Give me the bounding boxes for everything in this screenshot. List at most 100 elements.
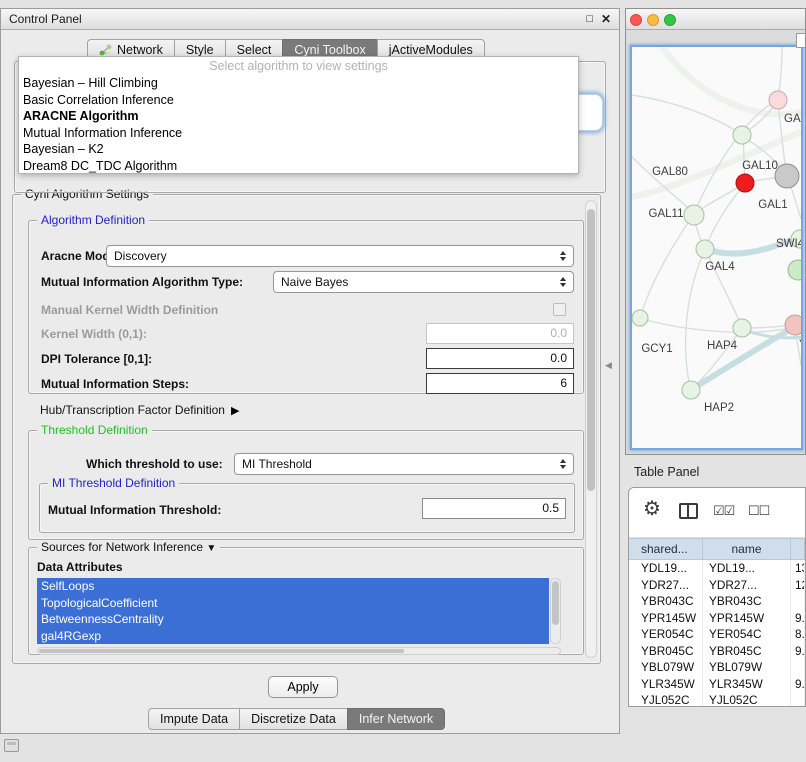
- dropdown-item-mutual-information[interactable]: Mutual Information Inference: [19, 125, 578, 142]
- column-selector-icon[interactable]: [679, 503, 698, 519]
- cell-shared-name: YBR045C: [629, 643, 703, 660]
- node-label-gal4: GAL4: [705, 261, 735, 273]
- network-node[interactable]: [769, 91, 787, 109]
- cell-value: 9.: [791, 643, 805, 660]
- network-node[interactable]: [788, 260, 801, 280]
- network-node-gal4[interactable]: [696, 240, 714, 258]
- mi-threshold-field[interactable]: 0.5: [422, 498, 566, 519]
- network-node-gal10[interactable]: [736, 174, 754, 192]
- dpi-tolerance-field[interactable]: 0.0: [426, 348, 574, 369]
- settings-scrollbar[interactable]: [585, 200, 597, 658]
- chevron-down-icon[interactable]: ▼: [206, 543, 216, 554]
- dropdown-item-basic-correlation[interactable]: Basic Correlation Inference: [19, 92, 578, 109]
- cell-name: YDR27...: [703, 577, 791, 594]
- algorithm-definition-group: Algorithm Definition Aracne Mode: Discov…: [28, 220, 584, 394]
- dropdown-item-bayesian-hill-climbing[interactable]: Bayesian – Hill Climbing: [19, 75, 578, 92]
- node-label-gal11: GAL11: [649, 208, 684, 220]
- table-row[interactable]: YBR045C YBR045C 9.: [629, 643, 805, 660]
- table-body: YDL19... YDL19... 13 YDR27... YDR27... 1…: [629, 560, 805, 707]
- table-row[interactable]: YER054C YER054C 8.: [629, 626, 805, 643]
- attribute-item[interactable]: TopologicalCoefficient: [37, 595, 549, 612]
- network-node[interactable]: [733, 319, 751, 337]
- network-graph: GAL80 GAL10 GAL11 GAL1 SWI4 GAL4 GCY1 HA…: [632, 47, 801, 448]
- column-header-shared-name[interactable]: shared...: [629, 539, 703, 559]
- network-node-gal11[interactable]: [684, 205, 704, 225]
- column-header-name[interactable]: name: [703, 539, 791, 559]
- network-edge: [641, 217, 692, 315]
- cell-name: YLR345W: [703, 676, 791, 693]
- cell-value: [791, 659, 805, 676]
- tab-label: Style: [186, 43, 214, 57]
- manual-kernel-label: Manual Kernel Width Definition: [41, 299, 218, 321]
- cell-name: YDL19...: [703, 560, 791, 577]
- table-row[interactable]: YJL052C YJL052C: [629, 692, 805, 707]
- cell-shared-name: YLR345W: [629, 676, 703, 693]
- network-node[interactable]: [785, 315, 801, 335]
- table-row[interactable]: YDR27... YDR27... 12: [629, 577, 805, 594]
- which-threshold-select[interactable]: MI Threshold: [234, 453, 574, 475]
- attributes-horizontal-scrollbar[interactable]: [37, 647, 561, 655]
- dropdown-item-dream8[interactable]: Dream8 DC_TDC Algorithm: [19, 158, 578, 175]
- table-row[interactable]: YDL19... YDL19... 13: [629, 560, 805, 577]
- bottom-tab-bar: Impute Data Discretize Data Infer Networ…: [148, 708, 445, 730]
- node-label-hap2: HAP2: [704, 402, 734, 414]
- network-node[interactable]: [775, 164, 799, 188]
- cell-name: YBR045C: [703, 643, 791, 660]
- network-canvas[interactable]: GAL80 GAL10 GAL11 GAL1 SWI4 GAL4 GCY1 HA…: [630, 45, 803, 450]
- cell-shared-name: YBR043C: [629, 593, 703, 610]
- node-label-gal1: GAL1: [758, 199, 787, 211]
- select-all-icon[interactable]: ☑☑: [713, 503, 734, 519]
- tab-impute-data[interactable]: Impute Data: [148, 708, 240, 730]
- cell-name: YBR043C: [703, 593, 791, 610]
- table-panel-title: Table Panel: [634, 465, 699, 479]
- tab-discretize-data[interactable]: Discretize Data: [239, 708, 348, 730]
- cell-shared-name: YDR27...: [629, 577, 703, 594]
- mi-threshold-label: Mutual Information Threshold:: [48, 499, 221, 521]
- dpi-tolerance-label: DPI Tolerance [0,1]:: [41, 348, 152, 370]
- network-node-gcy1[interactable]: [632, 310, 648, 326]
- table-row[interactable]: YPR145W YPR145W 9.: [629, 610, 805, 627]
- network-window-titlebar[interactable]: [626, 9, 805, 30]
- network-node-hap2[interactable]: [682, 381, 700, 399]
- float-window-button[interactable]: □: [586, 9, 593, 30]
- close-window-button[interactable]: ✕: [601, 9, 611, 30]
- attribute-item[interactable]: gal4RGexp: [37, 628, 549, 645]
- hub-transcription-factor-section[interactable]: Hub/Transcription Factor Definition ▶: [40, 400, 239, 420]
- sources-group-title[interactable]: Sources for Network Inference ▼: [37, 540, 220, 554]
- table-row[interactable]: YBR043C YBR043C: [629, 593, 805, 610]
- table-row[interactable]: YBL079W YBL079W: [629, 659, 805, 676]
- attributes-vertical-scrollbar[interactable]: [550, 578, 561, 644]
- cell-shared-name: YJL052C: [629, 692, 703, 707]
- hub-section-label: Hub/Transcription Factor Definition: [40, 403, 225, 417]
- desktop: Control Panel □ ✕ Network Style Select C…: [0, 0, 806, 762]
- mi-steps-field[interactable]: 6: [426, 373, 574, 394]
- combo-value: Discovery: [114, 249, 167, 263]
- attribute-item[interactable]: SelfLoops: [37, 578, 549, 595]
- tab-infer-network[interactable]: Infer Network: [347, 708, 445, 730]
- dropdown-item-aracne[interactable]: ARACNE Algorithm: [19, 108, 578, 125]
- splitter-collapse-icon[interactable]: ◀: [605, 360, 612, 371]
- control-panel-titlebar[interactable]: Control Panel □ ✕: [1, 9, 619, 30]
- attribute-item[interactable]: BetweennessCentrality: [37, 611, 549, 628]
- minimize-traffic-light[interactable]: [647, 14, 659, 26]
- minimized-panel-icon[interactable]: [4, 739, 19, 752]
- network-node[interactable]: [733, 126, 751, 144]
- zoom-traffic-light[interactable]: [664, 14, 676, 26]
- birdseye-toggle[interactable]: [796, 33, 806, 48]
- node-label-gal10: GAL10: [742, 160, 778, 172]
- gear-icon[interactable]: ⚙: [643, 499, 661, 519]
- cell-shared-name: YBL079W: [629, 659, 703, 676]
- close-traffic-light[interactable]: [630, 14, 642, 26]
- apply-button[interactable]: Apply: [268, 676, 338, 698]
- deselect-all-icon[interactable]: ☐☐: [748, 503, 769, 519]
- scrollbar-thumb[interactable]: [587, 209, 595, 491]
- table-row[interactable]: YLR345W YLR345W 9.: [629, 676, 805, 693]
- mi-algorithm-type-select[interactable]: Naive Bayes: [273, 271, 574, 293]
- dropdown-item-bayesian-k2[interactable]: Bayesian – K2: [19, 141, 578, 158]
- cell-shared-name: YPR145W: [629, 610, 703, 627]
- column-header-clipped[interactable]: [791, 539, 805, 559]
- cell-name: YBL079W: [703, 659, 791, 676]
- aracne-mode-select[interactable]: Discovery: [106, 245, 574, 267]
- chevron-right-icon[interactable]: ▶: [231, 404, 239, 417]
- table-panel: ⚙ ☑☑ ☐☐ shared... name YDL19... YDL19...…: [628, 487, 806, 707]
